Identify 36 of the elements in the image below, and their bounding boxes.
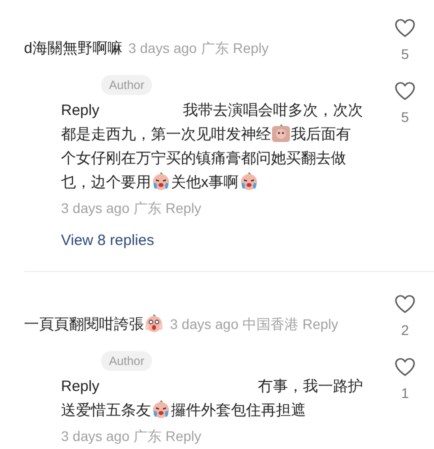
location: 中国香港 bbox=[242, 316, 298, 332]
comment-text: d海關無野啊嘛 bbox=[24, 40, 122, 57]
heart-icon bbox=[394, 18, 416, 38]
author-badge: Author bbox=[101, 75, 152, 95]
like-button[interactable] bbox=[393, 292, 417, 316]
like-button[interactable] bbox=[393, 355, 417, 379]
timestamp: 3 days ago bbox=[61, 200, 130, 216]
timestamp: 3 days ago bbox=[170, 316, 238, 332]
timestamp: 3 days ago bbox=[128, 40, 197, 56]
location: 广东 bbox=[134, 428, 162, 444]
reply-link[interactable]: Reply bbox=[232, 37, 269, 59]
like-button[interactable] bbox=[393, 79, 417, 103]
location: 广东 bbox=[200, 40, 229, 56]
crying-face-icon bbox=[151, 171, 171, 191]
like-button[interactable] bbox=[393, 16, 417, 40]
view-replies-link[interactable]: View 8 replies bbox=[61, 230, 154, 252]
reply-text: Reply 冇事，我一路护 送爱惜五条友 攞件外套包住再担遮 bbox=[61, 377, 363, 421]
like-count: 1 bbox=[401, 384, 409, 403]
like-count: 5 bbox=[401, 108, 409, 127]
like-count: 2 bbox=[401, 321, 409, 340]
crying-face-icon bbox=[238, 171, 258, 191]
scared-face-icon bbox=[144, 313, 164, 333]
reply-link[interactable]: Reply bbox=[166, 424, 202, 448]
reply-link[interactable]: Reply bbox=[302, 313, 338, 335]
heart-icon bbox=[394, 294, 416, 314]
crying-face-icon bbox=[151, 399, 171, 419]
author-badge: Author bbox=[101, 351, 152, 371]
face-icon bbox=[271, 123, 291, 143]
location: 广东 bbox=[134, 200, 162, 216]
like-count: 5 bbox=[401, 45, 409, 64]
heart-icon bbox=[394, 357, 416, 377]
heart-icon bbox=[394, 81, 416, 101]
timestamp: 3 days ago bbox=[61, 428, 130, 444]
reply-text: Reply 我带去演唱会咁多次，次次 都是走西九，第一次见咁发神经 我后面有个女仔刚在万宁买的镇痛膏都问她买翻去做乜，边个要用 关他x事啊 bbox=[61, 101, 363, 193]
comment-text: 一頁頁翻閱咁誇張 bbox=[24, 316, 164, 333]
reply-link[interactable]: Reply bbox=[166, 196, 202, 220]
